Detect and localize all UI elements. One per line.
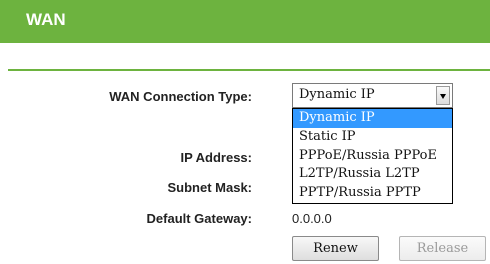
renew-button[interactable]: Renew (292, 236, 379, 261)
connection-type-label: WAN Connection Type: (109, 89, 252, 104)
connection-type-dropdown: Dynamic IP Static IP PPPoE/Russia PPPoE … (292, 108, 453, 204)
subnet-mask-label: Subnet Mask: (167, 180, 252, 195)
option-l2tp[interactable]: L2TP/Russia L2TP (293, 165, 452, 184)
connection-type-select[interactable]: Dynamic IP (292, 83, 453, 108)
option-pptp[interactable]: PPTP/Russia PPTP (293, 184, 452, 203)
option-pppoe[interactable]: PPPoE/Russia PPPoE (293, 147, 452, 166)
option-dynamic-ip[interactable]: Dynamic IP (293, 109, 452, 128)
release-button[interactable]: Release (399, 236, 486, 261)
connection-type-selected-value: Dynamic IP (299, 87, 375, 102)
page-title: WAN (26, 10, 66, 29)
wan-header-bar: WAN (0, 0, 490, 43)
option-static-ip[interactable]: Static IP (293, 128, 452, 147)
ip-address-label: IP Address: (180, 150, 252, 165)
default-gateway-label: Default Gateway: (146, 211, 252, 226)
chevron-down-icon[interactable] (436, 86, 450, 105)
section-divider (8, 69, 490, 71)
default-gateway-value: 0.0.0.0 (292, 211, 332, 226)
